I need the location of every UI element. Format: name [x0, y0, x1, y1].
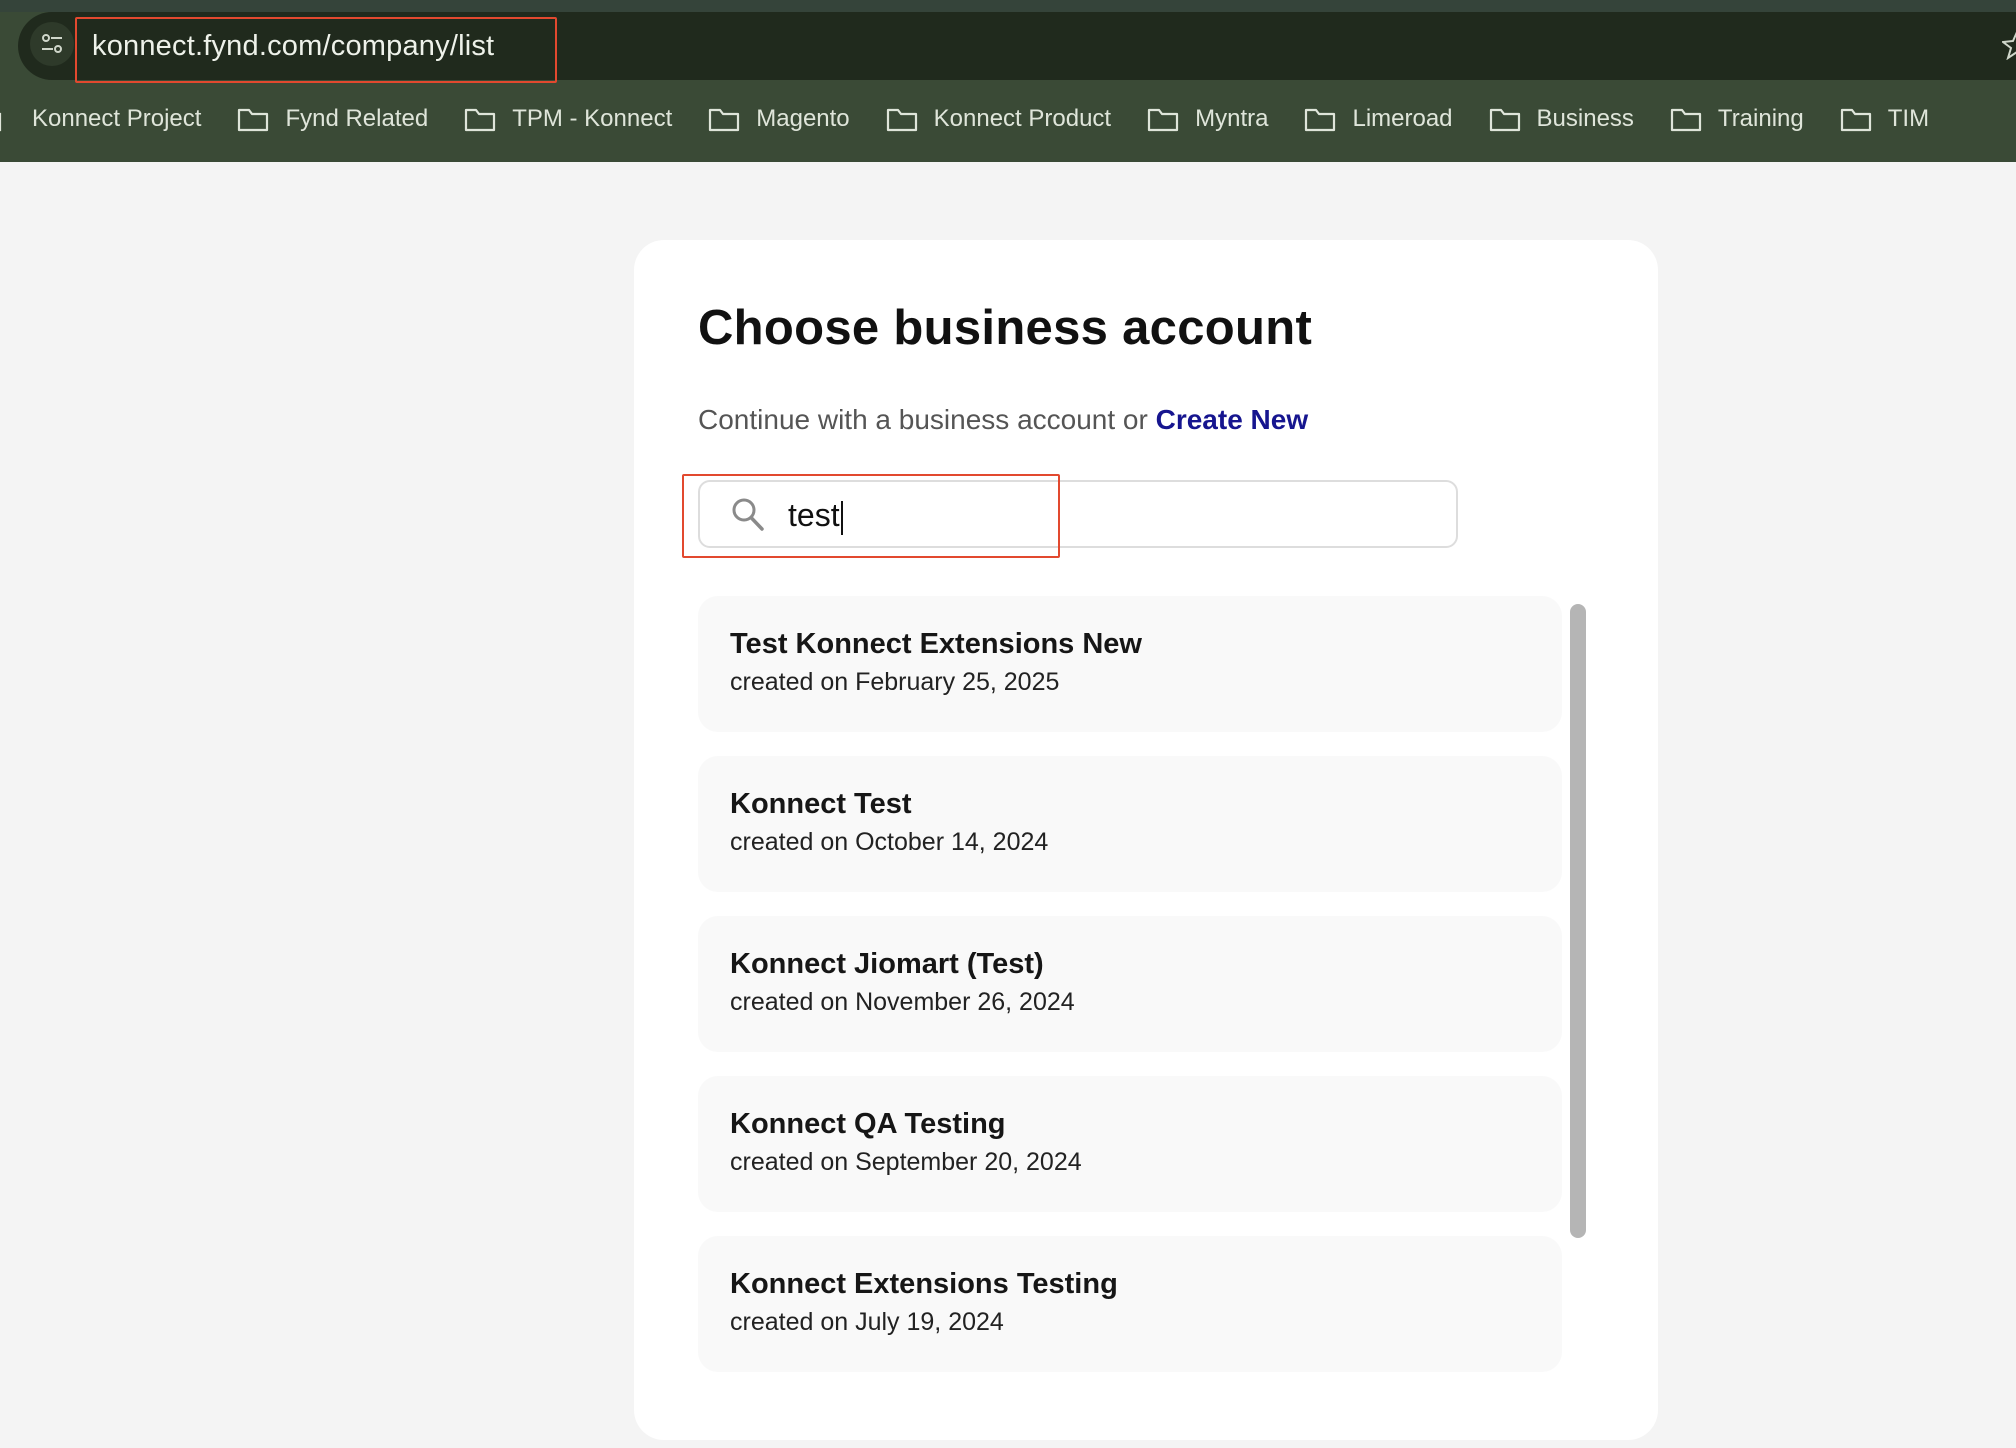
folder-icon	[237, 106, 285, 132]
bookmark-label: Konnect Product	[933, 105, 1112, 132]
account-created-date: created on October 14, 2024	[730, 828, 1049, 856]
account-list-item[interactable]: Konnect Test created on October 14, 2024	[698, 756, 1562, 892]
bookmark-label: TIM	[1887, 105, 1930, 132]
page-subtitle: Continue with a business account or Crea…	[698, 404, 1308, 436]
bookmark-label: TPM - Konnect	[512, 105, 673, 132]
bookmark-label: Fynd Related	[285, 105, 429, 132]
account-list[interactable]: Test Konnect Extensions New created on Fe…	[698, 596, 1562, 1440]
account-name: Konnect Jiomart (Test)	[730, 948, 1044, 980]
subtitle-text: Continue with a business account or	[698, 404, 1148, 435]
scrollbar[interactable]	[1570, 604, 1586, 1238]
account-name: Konnect QA Testing	[730, 1108, 1006, 1140]
bookmarks-bar: Konnect Project Fynd Related TPM - Konnect…	[0, 92, 2016, 146]
bookmark-label: Limeroad	[1352, 105, 1453, 132]
folder-icon	[708, 106, 756, 132]
account-list-item[interactable]: Konnect QA Testing created on September 2…	[698, 1076, 1562, 1212]
create-new-link[interactable]: Create New	[1156, 404, 1309, 435]
folder-icon	[1489, 106, 1537, 132]
account-list-item[interactable]: Konnect Extensions Testing created on Jul…	[698, 1236, 1562, 1372]
bookmark-star-icon[interactable]	[2002, 30, 2016, 60]
account-name: Test Konnect Extensions New	[730, 628, 1142, 660]
folder-icon	[0, 106, 18, 132]
account-list-item[interactable]: Test Konnect Extensions New created on Fe…	[698, 596, 1562, 732]
bookmark-item[interactable]: Konnect Product	[886, 92, 1111, 146]
account-created-date: created on July 19, 2024	[730, 1308, 1004, 1336]
bookmark-label: Business	[1536, 105, 1634, 132]
bookmark-item[interactable]: Business	[1489, 92, 1634, 146]
account-name: Konnect Test	[730, 788, 912, 820]
bookmark-item[interactable]: Fynd Related	[237, 92, 428, 146]
bookmark-item[interactable]: Myntra	[1147, 92, 1268, 146]
bookmark-item[interactable]: TPM - Konnect	[464, 92, 672, 146]
folder-icon	[1147, 106, 1195, 132]
bookmark-item[interactable]: Konnect Project	[0, 92, 201, 146]
account-list-item[interactable]: Konnect Jiomart (Test) created on Novembe…	[698, 916, 1562, 1052]
account-name: Konnect Extensions Testing	[730, 1268, 1118, 1300]
bookmark-item[interactable]: TIM	[1840, 92, 1929, 146]
folder-icon	[464, 106, 512, 132]
folder-icon	[1670, 106, 1718, 132]
url-annotation-box	[75, 17, 557, 83]
folder-icon	[1840, 106, 1888, 132]
search-annotation-box	[682, 474, 1060, 558]
page-title: Choose business account	[698, 301, 1313, 355]
site-info-icon[interactable]	[30, 22, 74, 66]
bookmark-label: Konnect Project	[32, 105, 202, 132]
browser-chrome: konnect.fynd.com/company/list Konnect Pr…	[0, 0, 2016, 162]
folder-icon	[886, 106, 934, 132]
bookmark-label: Magento	[756, 105, 850, 132]
account-created-date: created on November 26, 2024	[730, 988, 1075, 1016]
bookmark-item[interactable]: Magento	[708, 92, 850, 146]
tab-strip	[0, 0, 2016, 12]
account-created-date: created on February 25, 2025	[730, 668, 1060, 696]
bookmark-label: Training	[1717, 105, 1804, 132]
folder-icon	[1304, 106, 1352, 132]
account-created-date: created on September 20, 2024	[730, 1148, 1082, 1176]
bookmark-item[interactable]: Limeroad	[1304, 92, 1453, 146]
business-account-card: Choose business account Continue with a …	[634, 240, 1658, 1440]
bookmark-label: Myntra	[1195, 105, 1269, 132]
bookmark-item[interactable]: Training	[1670, 92, 1804, 146]
